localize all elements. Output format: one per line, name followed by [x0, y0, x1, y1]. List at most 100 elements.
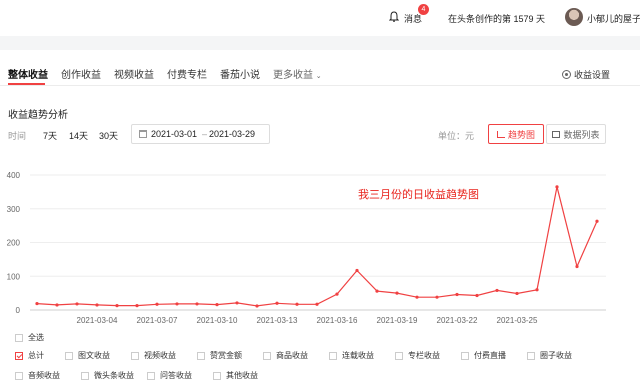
legend-label: 赞赏金额 [210, 351, 242, 360]
data-point[interactable] [115, 304, 119, 308]
trend-icon [496, 130, 505, 138]
checkbox-box [131, 351, 139, 360]
legend-checkbox[interactable]: 赞赏金额 [197, 350, 242, 361]
tab-creation-revenue[interactable]: 创作收益 [61, 66, 101, 81]
data-point[interactable] [35, 301, 39, 306]
y-tick-label: 0 [16, 306, 21, 315]
checkbox-box [15, 371, 23, 380]
revenue-tabs: 整体收益 创作收益 视频收益 付费专栏 番茄小说 更多收益 ⌄ [8, 66, 335, 81]
settings-label: 收益设置 [574, 70, 611, 80]
data-point[interactable] [455, 292, 459, 297]
tab-fanqie-novel[interactable]: 番茄小说 [220, 66, 260, 81]
calendar-icon [139, 130, 147, 138]
legend-checkbox[interactable]: 圈子收益 [527, 350, 572, 361]
data-point[interactable] [55, 303, 59, 307]
x-tick-label: 2021-03-04 [77, 316, 118, 325]
range-30-days[interactable]: 30天 [99, 129, 118, 142]
legend-checkbox[interactable]: 其他收益 [213, 370, 258, 381]
legend-label: 商品收益 [276, 351, 308, 360]
checkbox-box [263, 351, 271, 360]
data-point[interactable] [275, 301, 279, 305]
legend-checkbox[interactable]: 图文收益 [65, 350, 110, 361]
data-point[interactable] [415, 295, 419, 299]
checkbox-box [81, 371, 89, 380]
data-point[interactable] [495, 288, 499, 293]
data-point[interactable] [435, 295, 439, 299]
legend-checkbox[interactable]: 商品收益 [263, 350, 308, 361]
checkbox-box [65, 351, 73, 360]
checkbox-box [329, 351, 337, 360]
range-7-days[interactable]: 7天 [43, 129, 57, 142]
checkbox-box [15, 351, 23, 360]
checkbox-box [461, 351, 469, 360]
section-title: 收益趋势分析 [8, 110, 68, 121]
date-range-picker[interactable]: 2021-03-01 – 2021-03-29 [131, 124, 270, 144]
select-all-checkbox[interactable]: 全选 [15, 332, 44, 343]
legend-label: 专栏收益 [408, 351, 440, 360]
unit-label: 单位：元 [438, 131, 475, 141]
data-point[interactable] [255, 304, 259, 308]
y-tick-label: 100 [7, 272, 21, 281]
data-point[interactable] [195, 302, 199, 306]
data-point[interactable] [535, 288, 539, 292]
legend-label: 圈子收益 [540, 351, 572, 360]
data-point[interactable] [575, 264, 579, 269]
data-list-button[interactable]: 数据列表 [546, 124, 606, 144]
bell-icon[interactable] [389, 11, 399, 23]
data-point[interactable] [555, 185, 559, 189]
legend-label: 音频收益 [28, 371, 60, 380]
data-point[interactable] [95, 303, 99, 307]
data-point[interactable] [515, 291, 519, 296]
tab-paid-column[interactable]: 付费专栏 [167, 66, 207, 81]
legend-checkbox[interactable]: 连载收益 [329, 350, 374, 361]
data-point[interactable] [375, 289, 379, 293]
series-line-total [36, 186, 598, 307]
legend-checkbox[interactable]: 音频收益 [15, 370, 60, 381]
data-point[interactable] [215, 303, 219, 307]
x-tick-label: 2021-03-10 [197, 316, 238, 325]
legend-label: 微头条收益 [94, 371, 134, 380]
legend-label: 视频收益 [144, 351, 176, 360]
data-point[interactable] [335, 292, 339, 296]
tab-divider [0, 85, 640, 86]
data-point[interactable] [135, 304, 139, 308]
data-point[interactable] [235, 301, 239, 305]
legend-checkbox[interactable]: 视频收益 [131, 350, 176, 361]
data-point[interactable] [315, 302, 319, 306]
y-tick-label: 300 [7, 205, 21, 214]
legend-checkbox[interactable]: 付费直播 [461, 350, 506, 361]
data-point[interactable] [175, 302, 179, 306]
tab-more-revenue[interactable]: 更多收益 ⌄ [273, 66, 322, 81]
checkbox-box [527, 351, 535, 360]
username[interactable]: 小郁儿的屋子 [587, 12, 640, 25]
trend-chart-button[interactable]: 趋势图 [488, 124, 544, 144]
range-14-days[interactable]: 14天 [69, 129, 88, 142]
data-point[interactable] [395, 291, 399, 295]
legend-checkbox[interactable]: 问答收益 [147, 370, 192, 381]
data-point[interactable] [595, 219, 599, 223]
data-point[interactable] [155, 302, 159, 306]
x-tick-label: 2021-03-25 [497, 316, 538, 325]
tab-video-revenue[interactable]: 视频收益 [114, 66, 154, 81]
legend-checkbox[interactable]: 专栏收益 [395, 350, 440, 361]
checkbox-box [15, 333, 23, 342]
legend-checkbox[interactable]: 微头条收益 [81, 370, 134, 381]
header-divider-band [0, 36, 640, 50]
revenue-settings-button[interactable]: 收益设置 [562, 68, 610, 81]
list-button-label: 数据列表 [563, 129, 600, 140]
legend-checkbox[interactable]: 总计 [15, 350, 44, 361]
tab-overall-revenue[interactable]: 整体收益 [8, 66, 48, 81]
x-tick-label: 2021-03-13 [257, 316, 298, 325]
top-header: 消息 4 在头条创作的第 1579 天 小郁儿的屋子 [0, 0, 640, 36]
y-tick-label: 400 [7, 171, 21, 180]
data-point[interactable] [475, 293, 479, 298]
chart-annotation: 我三月份的日收益趋势图 [358, 187, 479, 201]
data-point[interactable] [355, 268, 359, 273]
chevron-down-icon: ⌄ [315, 73, 322, 80]
data-point[interactable] [75, 302, 79, 306]
checkbox-box [395, 351, 403, 360]
time-label: 时间 [8, 131, 27, 141]
avatar[interactable] [565, 8, 583, 26]
data-point[interactable] [295, 302, 299, 306]
legend-label: 总计 [28, 351, 44, 360]
